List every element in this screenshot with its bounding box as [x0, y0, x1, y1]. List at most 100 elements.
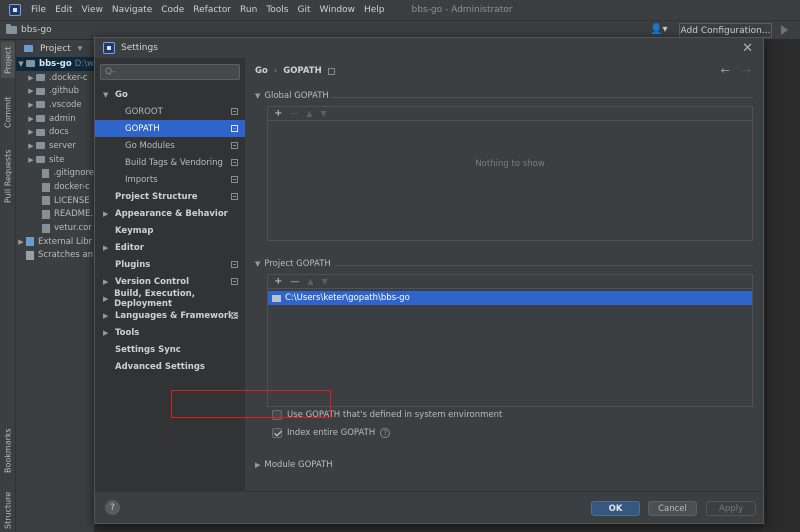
project-gopath-section[interactable]: ▼ Project GOPATH: [255, 259, 331, 269]
ok-button[interactable]: OK: [591, 501, 640, 516]
chevron-right-icon[interactable]: ▶: [103, 244, 113, 252]
global-gopath-list[interactable]: + — ▲ ▼ Nothing to show: [267, 106, 753, 241]
search-input[interactable]: Q-: [100, 64, 240, 80]
tree-item[interactable]: ▶ .docker-c: [16, 71, 94, 85]
tree-external-libraries[interactable]: ▶ External Libr: [16, 235, 94, 249]
tree-item[interactable]: vetur.cor: [16, 221, 94, 235]
settings-nav-item[interactable]: Settings Sync: [95, 341, 245, 358]
chevron-right-icon[interactable]: ▶: [16, 238, 26, 246]
tree-item[interactable]: ▶ server: [16, 139, 94, 153]
tree-item[interactable]: docker-c: [16, 180, 94, 194]
add-configuration-button[interactable]: Add Configuration...: [679, 23, 772, 38]
chevron-down-icon[interactable]: ▾: [78, 44, 83, 54]
tree-item[interactable]: LICENSE: [16, 194, 94, 208]
tab-pull-requests[interactable]: Pull Requests: [1, 146, 15, 206]
add-icon[interactable]: +: [274, 108, 282, 119]
breadcrumb-parent[interactable]: Go: [255, 66, 268, 76]
add-icon[interactable]: +: [274, 276, 282, 287]
tree-item[interactable]: ▶ .vscode: [16, 98, 94, 112]
menu-code[interactable]: Code: [161, 5, 184, 15]
move-up-icon[interactable]: ▲: [307, 277, 313, 286]
menu-git[interactable]: Git: [297, 5, 310, 15]
move-down-icon[interactable]: ▼: [321, 109, 327, 118]
chevron-right-icon[interactable]: ▶: [26, 115, 36, 123]
user-icon[interactable]: 👤▾: [650, 24, 667, 35]
run-icon[interactable]: [781, 25, 788, 35]
help-icon[interactable]: ?: [380, 428, 391, 438]
tree-item[interactable]: ▶ docs: [16, 125, 94, 139]
tree-item-label: Scratches an: [38, 250, 94, 261]
close-icon[interactable]: ✕: [742, 41, 753, 56]
tab-structure[interactable]: Structure: [1, 488, 15, 532]
tree-item[interactable]: ▶ .github: [16, 84, 94, 98]
move-up-icon[interactable]: ▲: [306, 109, 312, 118]
chevron-down-icon[interactable]: ▼: [16, 60, 26, 68]
settings-nav-item[interactable]: GOROOT: [95, 103, 245, 120]
index-entire-gopath-checkbox[interactable]: [272, 428, 282, 438]
chevron-right-icon[interactable]: ▶: [103, 278, 113, 286]
tree-item[interactable]: ▶ site: [16, 153, 94, 167]
chevron-right-icon[interactable]: ▶: [26, 87, 36, 95]
tree-scratches[interactable]: Scratches an: [16, 249, 94, 263]
global-gopath-section[interactable]: ▼ Global GOPATH: [255, 91, 329, 101]
tree-root[interactable]: ▼ bbs-go D:\w: [16, 57, 94, 71]
settings-nav-item[interactable]: ▶ Version Control: [95, 273, 245, 290]
menu-view[interactable]: View: [82, 5, 103, 15]
remove-icon[interactable]: —: [290, 277, 299, 287]
menu-navigate[interactable]: Navigate: [112, 5, 152, 15]
cancel-button[interactable]: Cancel: [648, 501, 697, 516]
tab-project[interactable]: Project: [1, 42, 15, 78]
menu-edit[interactable]: Edit: [55, 5, 72, 15]
chevron-right-icon[interactable]: ▶: [26, 142, 36, 150]
tab-commit[interactable]: Commit: [1, 92, 15, 132]
tree-item[interactable]: README.: [16, 208, 94, 222]
breadcrumb[interactable]: bbs-go: [6, 24, 52, 35]
list-item[interactable]: C:\Users\keter\gopath\bbs-go: [268, 291, 752, 305]
apply-button[interactable]: Apply: [706, 501, 756, 516]
chevron-right-icon[interactable]: ▶: [103, 295, 112, 303]
menu-file[interactable]: File: [31, 5, 46, 15]
settings-nav-item[interactable]: ▶ Tools: [95, 324, 245, 341]
chevron-down-icon[interactable]: ▼: [103, 91, 113, 99]
settings-nav-item[interactable]: Plugins: [95, 256, 245, 273]
tree-item[interactable]: ▶ admin: [16, 112, 94, 126]
back-arrow-icon[interactable]: ←: [721, 64, 730, 77]
chevron-right-icon[interactable]: ▶: [26, 101, 36, 109]
chevron-right-icon[interactable]: ▶: [103, 312, 113, 320]
settings-nav-item[interactable]: Go Modules: [95, 137, 245, 154]
settings-nav-item[interactable]: ▶ Build, Execution, Deployment: [95, 289, 245, 309]
menu-run[interactable]: Run: [240, 5, 257, 15]
settings-nav-item[interactable]: Project Structure: [95, 188, 245, 205]
forward-arrow-icon[interactable]: →: [742, 64, 751, 77]
settings-nav-item[interactable]: ▼ Go: [95, 86, 245, 103]
project-gopath-list[interactable]: + — ▲ ▼ C:\Users\keter\gopath\bbs-go: [267, 274, 753, 407]
project-panel-header[interactable]: Project ▾: [16, 40, 94, 57]
chevron-right-icon[interactable]: ▶: [26, 74, 36, 82]
tree-item[interactable]: .gitignore: [16, 167, 94, 181]
chevron-right-icon[interactable]: ▶: [103, 329, 113, 337]
settings-nav-item[interactable]: Keymap: [95, 222, 245, 239]
menu-refactor[interactable]: Refactor: [193, 5, 231, 15]
menu-window[interactable]: Window: [320, 5, 356, 15]
tab-bookmarks[interactable]: Bookmarks: [1, 426, 15, 476]
move-down-icon[interactable]: ▼: [322, 277, 328, 286]
index-entire-gopath-option[interactable]: Index entire GOPATH ?: [272, 428, 391, 438]
help-button[interactable]: ?: [105, 500, 120, 515]
chevron-right-icon[interactable]: ▶: [26, 156, 36, 164]
settings-nav-item[interactable]: ▶ Editor: [95, 239, 245, 256]
chevron-right-icon[interactable]: ▶: [255, 461, 260, 469]
settings-nav-item[interactable]: Imports: [95, 171, 245, 188]
chevron-right-icon[interactable]: ▶: [26, 128, 36, 136]
settings-nav-item[interactable]: ▶ Appearance & Behavior: [95, 205, 245, 222]
module-gopath-section[interactable]: ▶ Module GOPATH: [255, 460, 333, 470]
settings-nav-item[interactable]: Build Tags & Vendoring: [95, 154, 245, 171]
menu-tools[interactable]: Tools: [266, 5, 288, 15]
chevron-right-icon[interactable]: ▶: [103, 210, 113, 218]
remove-icon[interactable]: —: [290, 109, 298, 118]
settings-nav-item[interactable]: GOPATH: [95, 120, 245, 137]
settings-nav-item[interactable]: Advanced Settings: [95, 358, 245, 375]
chevron-down-icon[interactable]: ▼: [255, 92, 260, 100]
chevron-down-icon[interactable]: ▼: [255, 260, 260, 268]
menu-help[interactable]: Help: [364, 5, 385, 15]
settings-nav-item[interactable]: ▶ Languages & Frameworks: [95, 307, 245, 324]
